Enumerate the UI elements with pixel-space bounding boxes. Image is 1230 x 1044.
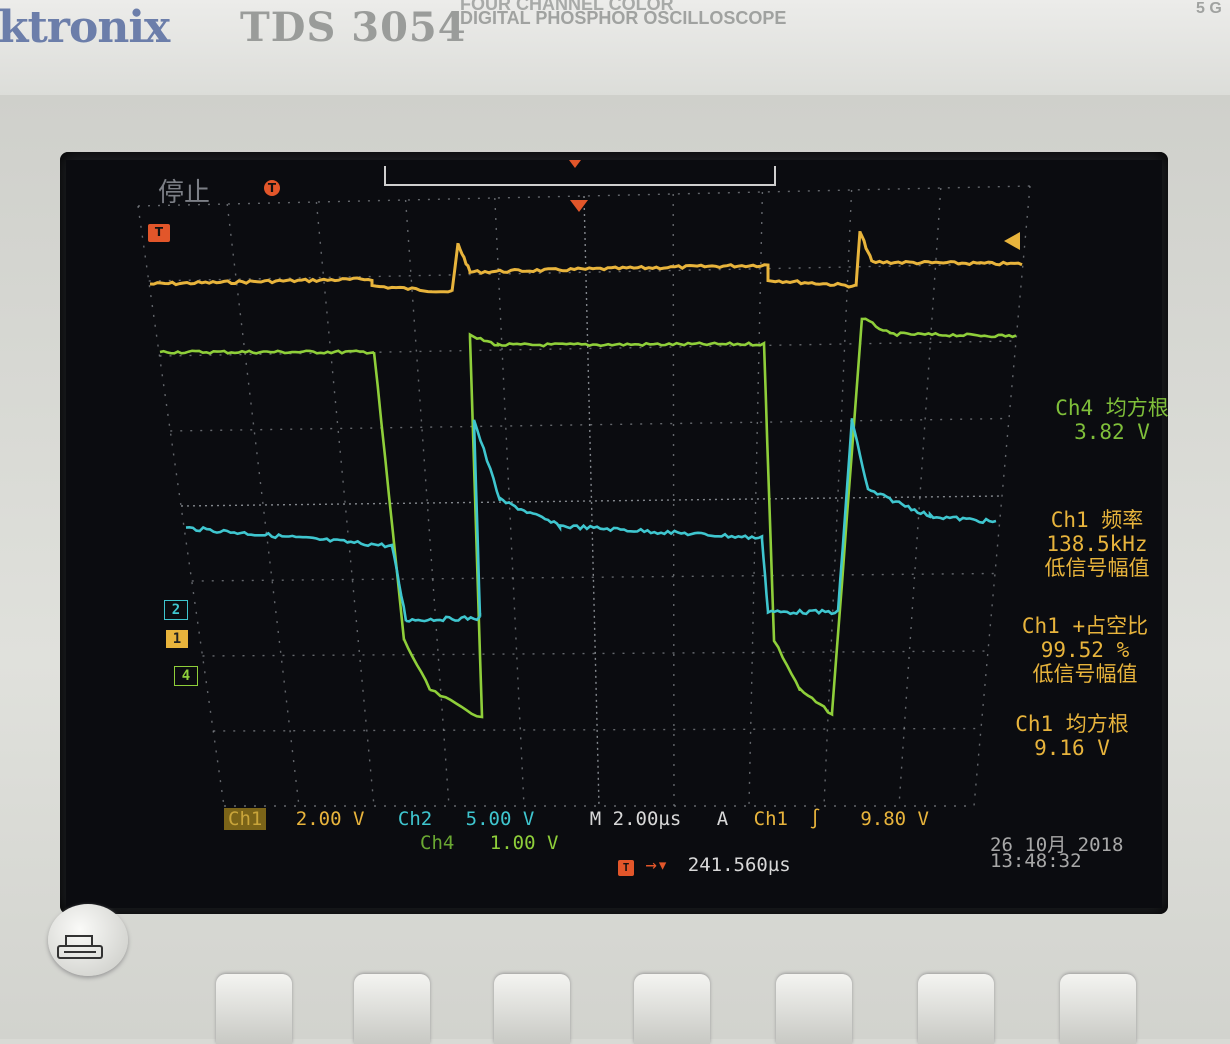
ch2-scale: 5.00 V [465, 808, 535, 830]
trigger-level: 9.80 V [860, 808, 929, 830]
ch2-label: Ch2 [397, 808, 433, 830]
bottom-softkey-6[interactable] [918, 974, 994, 1044]
trigger-position-icon: T [618, 860, 634, 876]
measurement-value: 138.5kHz [1046, 532, 1148, 556]
bottom-softkey-5[interactable] [776, 974, 852, 1044]
measurement-label: Ch1 频率 [1050, 508, 1144, 532]
bottom-softkey-7[interactable] [1060, 974, 1136, 1044]
trigger-point-icon: T [148, 224, 170, 242]
trigger-slope-icon: ∫ [809, 808, 821, 830]
trigger-time-marker-icon [570, 200, 588, 212]
ch2-ground-marker: 2 [164, 600, 188, 620]
trigger-position-arrow-icon: →▾ [645, 854, 669, 876]
measurement-ch4-rms: Ch4 均方根 3.82 V [1028, 396, 1196, 444]
ch1-waveform [149, 230, 1023, 294]
bottom-softkey-3[interactable] [494, 974, 570, 1044]
ch4-label: Ch4 [420, 832, 455, 854]
bottom-softkey-1[interactable] [216, 974, 292, 1044]
trigger-position: 241.560µs [687, 854, 791, 876]
measurement-ch1-frequency: Ch1 频率 138.5kHz 低信号幅值 [1012, 508, 1182, 580]
measurement-ch1-rms: Ch1 均方根 9.16 V [996, 712, 1148, 760]
ch1-scale: 2.00 V [295, 808, 365, 830]
timebase: M 2.00µs [589, 808, 682, 830]
ch1-label: Ch1 [224, 808, 267, 830]
measurement-value: 99.52 % [1040, 638, 1130, 662]
measurement-value: 9.16 V [1034, 736, 1110, 760]
time: 13:48:32 [990, 850, 1082, 872]
trigger-position-row: T →▾ 241.560µs [618, 854, 791, 876]
measurement-ch1-duty-cycle: Ch1 +占空比 99.52 % 低信号幅值 [1000, 614, 1170, 686]
measurement-note: 低信号幅值 [1032, 662, 1138, 686]
printer-icon [57, 935, 103, 959]
ch4-ground-marker: 4 [174, 666, 198, 686]
measurement-note: 低信号幅值 [1044, 556, 1150, 580]
measurement-label: Ch1 +占空比 [1021, 614, 1149, 638]
ch2-waveform [185, 418, 997, 623]
channel-settings-row2: Ch4 1.00 V [420, 832, 558, 854]
measurement-label: Ch1 均方根 [1015, 712, 1129, 736]
trigger-source: Ch1 [753, 808, 788, 830]
bottom-softkey-4[interactable] [634, 974, 710, 1044]
trigger-mode: A [716, 808, 729, 830]
graticule [137, 185, 1031, 807]
ch4-scale: 1.00 V [489, 832, 559, 854]
channel-settings-row1: Ch1 2.00 V Ch2 5.00 V M 2.00µs A Ch1 ∫ 9… [224, 808, 929, 830]
measurement-label: Ch4 均方根 [1055, 396, 1169, 420]
ch1-ground-marker: 1 [166, 630, 188, 648]
bottom-softkey-2[interactable] [354, 974, 430, 1044]
measurement-value: 3.82 V [1074, 420, 1150, 444]
trigger-level-marker-icon [1004, 232, 1020, 250]
